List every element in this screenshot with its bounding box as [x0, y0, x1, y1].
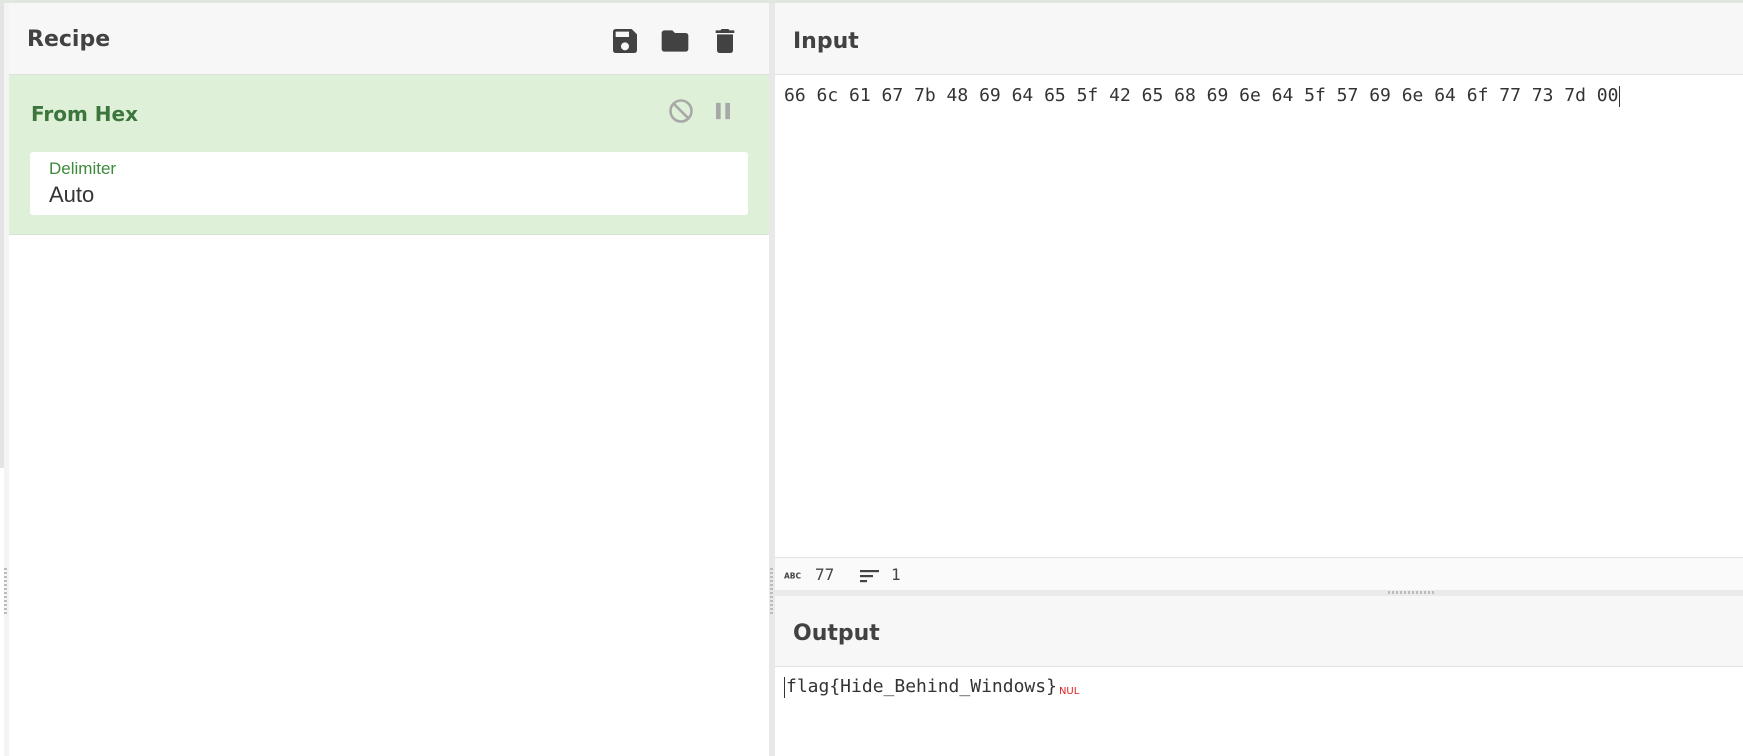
abc-icon: ABC: [784, 569, 804, 581]
input-lines: 1: [891, 565, 901, 584]
output-header: Output: [775, 596, 1743, 667]
operations-resize-handle[interactable]: [4, 568, 7, 616]
operation-from-hex[interactable]: From Hex Delimiter Auto: [9, 75, 769, 235]
delimiter-field[interactable]: Delimiter Auto: [30, 152, 748, 215]
output-caret: [784, 676, 785, 698]
output-title: Output: [793, 621, 880, 646]
input-title: Input: [793, 29, 859, 54]
recipe-header: Recipe: [9, 3, 769, 75]
input-header: Input: [775, 3, 1743, 75]
folder-icon[interactable]: [659, 24, 691, 58]
svg-text:ABC: ABC: [784, 571, 802, 580]
delimiter-value[interactable]: Auto: [49, 182, 94, 208]
lines-icon: [860, 568, 880, 584]
output-textarea[interactable]: flag{Hide_Behind_Windows} NUL: [775, 667, 1743, 756]
io-resize-handle[interactable]: [1388, 591, 1434, 594]
recipe-title: Recipe: [27, 27, 111, 52]
disable-icon[interactable]: [667, 97, 695, 125]
delimiter-label: Delimiter: [49, 159, 117, 178]
panel-resize-handle[interactable]: [770, 568, 773, 616]
recipe-panel: Recipe From Hex Delimiter Auto: [9, 3, 769, 756]
input-status-bar: ABC 77 1: [775, 557, 1743, 591]
input-textarea[interactable]: 66 6c 61 67 7b 48 69 64 65 5f 42 65 68 6…: [775, 75, 1743, 557]
operation-name: From Hex: [31, 102, 138, 126]
input-text: 66 6c 61 67 7b 48 69 64 65 5f 42 65 68 6…: [784, 85, 1619, 106]
save-icon[interactable]: [609, 24, 641, 58]
text-caret: [1619, 85, 1621, 107]
trash-icon[interactable]: [709, 24, 741, 58]
pause-icon[interactable]: [709, 97, 737, 125]
nul-marker: NUL: [1058, 686, 1080, 697]
output-text: flag{Hide_Behind_Windows}: [786, 676, 1057, 697]
input-length: 77: [815, 565, 835, 584]
